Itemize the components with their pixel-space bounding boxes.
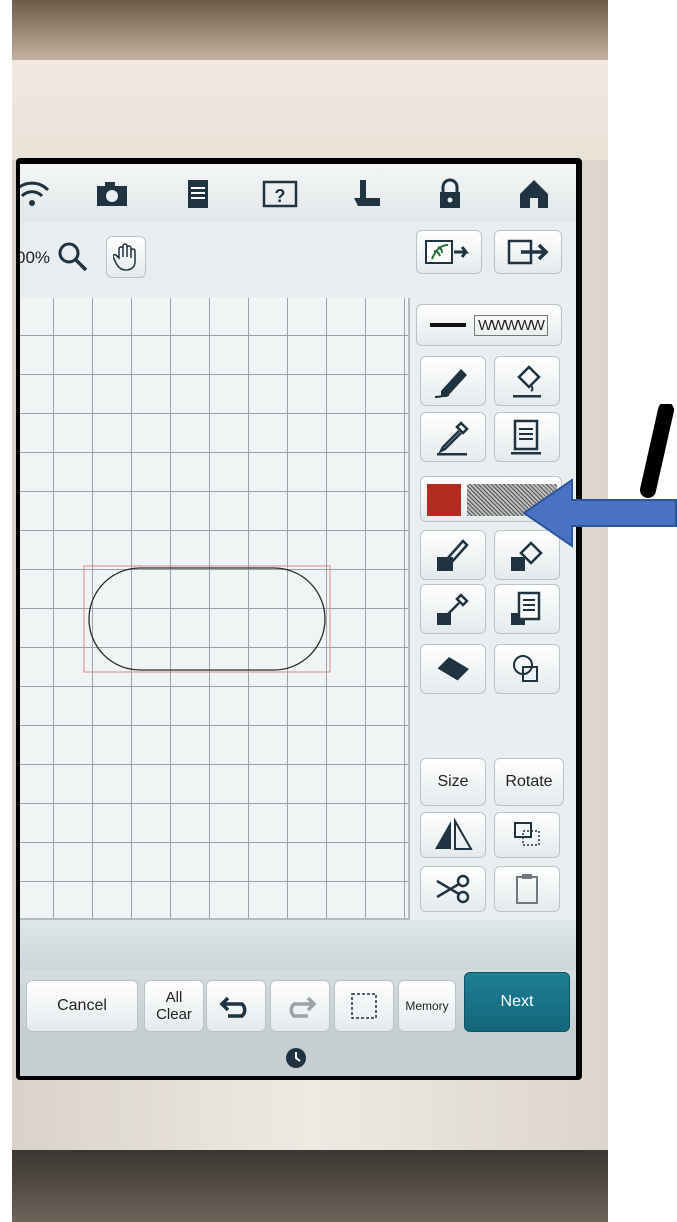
eraser-icon [436,657,469,682]
brush-icon [437,539,469,571]
svg-text:?: ? [275,186,286,206]
next-button[interactable]: Next [464,972,570,1032]
fill-color-swatch [427,484,461,516]
scissors-icon [436,874,470,904]
help-icon[interactable]: ? [260,176,300,212]
redo-icon [289,996,317,1018]
line-stitch-selector[interactable]: WWWWW [416,304,562,346]
duplicate-icon [514,822,540,846]
fill-bucket-icon [513,365,541,398]
lcd-display: ? 00% WWWWW Size Rotate Cancel All Clear… [20,164,576,1076]
pencil-icon [434,369,467,398]
magnifier-icon[interactable] [56,240,90,274]
eraser-button[interactable] [420,644,486,694]
wifi-icon[interactable] [20,176,52,212]
select-area-icon [351,993,377,1019]
cut-button[interactable] [420,866,486,912]
pencil-tool-button[interactable] [420,356,486,406]
memory-button[interactable]: Memory [398,980,456,1032]
top-bar: ? [20,164,576,222]
export-button[interactable] [494,230,562,274]
select-area-button[interactable] [334,980,394,1032]
stitch-pattern-label: WWWWW [474,314,548,336]
brush-tool-button[interactable] [420,530,486,580]
import-leaf-icon [425,240,470,264]
undo-button[interactable] [206,980,266,1032]
clock-icon[interactable] [284,1046,308,1070]
clipboard-icon [516,874,538,904]
line-sample [430,323,467,327]
home-icon[interactable] [514,176,554,212]
mirror-button[interactable] [420,812,486,858]
pan-button[interactable] [106,236,146,278]
list-icon [511,419,541,455]
status-bar [20,1040,576,1076]
eyedropper-icon [437,593,469,625]
redo-button[interactable] [270,980,330,1032]
export-icon [507,239,549,265]
eyedropper-icon [437,421,469,456]
line-eyedropper-button[interactable] [420,412,486,462]
region-eyedropper-button[interactable] [420,584,486,634]
line-fill-button[interactable] [494,356,560,406]
list-icon [511,591,541,625]
all-clear-button[interactable]: All Clear [144,980,204,1032]
undo-icon [219,996,247,1018]
mirror-icon [435,817,473,850]
size-button[interactable]: Size [420,758,486,806]
cancel-button[interactable]: Cancel [26,980,138,1032]
photo-left-edge [0,0,12,1222]
duplicate-button[interactable] [494,812,560,858]
drawn-oval-shape[interactable] [82,564,332,674]
handwritten-mark [640,404,674,498]
lock-icon[interactable] [430,176,470,212]
region-list-button[interactable] [494,584,560,634]
zoom-level: 00% [20,248,51,267]
document-icon[interactable] [178,176,218,212]
shape-button[interactable] [494,644,560,694]
machine-bezel-top [12,60,608,160]
hand-icon [113,243,136,271]
view-toolbar [20,222,576,280]
rotate-button[interactable]: Rotate [494,758,564,806]
lower-strip [20,920,576,970]
paste-button[interactable] [494,866,560,912]
shape-icon [513,655,538,682]
line-list-button[interactable] [494,412,560,462]
import-button[interactable] [416,230,482,274]
presser-foot-icon[interactable] [346,176,386,212]
camera-icon[interactable] [92,176,132,212]
photo-right-margin [608,0,677,1222]
machine-bezel-bottom [12,1150,608,1222]
